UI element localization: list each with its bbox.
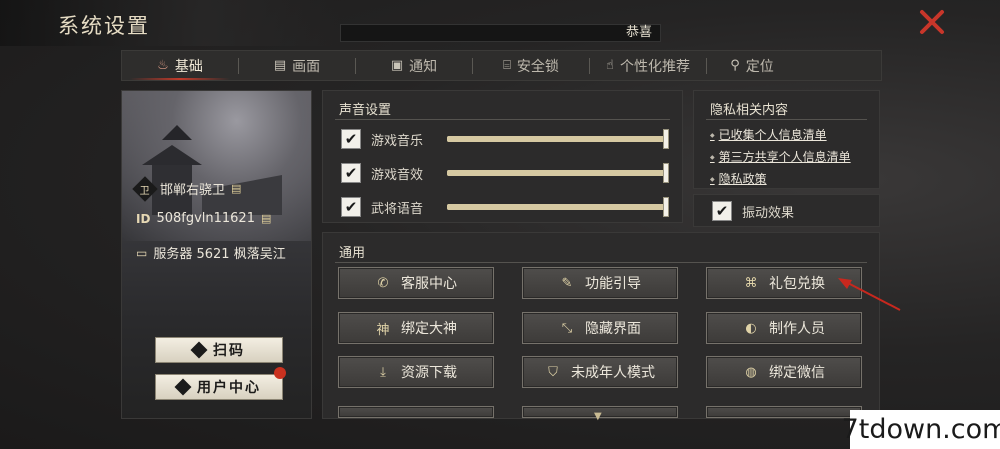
gift-icon: ⌘	[744, 275, 758, 291]
effects-volume-slider[interactable]	[447, 163, 669, 183]
effects-checkbox[interactable]: ✔	[341, 163, 361, 183]
close-icon[interactable]	[918, 8, 946, 36]
general-panel: 通用 ✆ 客服中心 ✎ 功能引导 ⌘ 礼包兑换 神绑定大神 ⤡ 隐藏界面 ◐ 制作人员 ⤓…	[322, 232, 880, 419]
shen-icon: 神	[376, 322, 390, 338]
pin-icon: ⚲	[730, 58, 740, 73]
minor-mode-button[interactable]: ⛉ 未成年人模式	[522, 356, 678, 388]
guide-icon: ✎	[561, 275, 573, 291]
server-icon: ▭	[136, 245, 148, 260]
profile-id: 508fgvln11621	[156, 211, 255, 226]
vibration-checkbox[interactable]: ✔	[712, 201, 732, 221]
scroll-down-icon[interactable]: ▼	[594, 411, 602, 422]
phone-icon: ✆	[377, 275, 389, 291]
tab-personalized[interactable]: ☝ 个性化推荐	[590, 51, 706, 80]
check-icon: ✔	[715, 201, 729, 220]
voice-checkbox[interactable]: ✔	[341, 197, 361, 217]
divider	[335, 119, 670, 120]
user-center-button[interactable]: 用户中心	[155, 374, 283, 400]
slider-thumb[interactable]	[663, 197, 669, 217]
copy-icon[interactable]: ▤	[261, 212, 271, 225]
bind-dashen-button[interactable]: 神绑定大神	[338, 312, 494, 344]
hide-icon: ⤡	[561, 320, 573, 336]
slider-fill	[447, 204, 669, 210]
slider-thumb[interactable]	[663, 129, 669, 149]
tab-location[interactable]: ⚲ 定位	[707, 51, 797, 80]
sound-row-effects: ✔ 游戏音效	[341, 163, 441, 183]
tab-screen[interactable]: ▤ 画面	[239, 51, 355, 80]
title-brush	[0, 0, 340, 46]
thumb-icon: ☝	[606, 58, 614, 73]
castle-illustration	[142, 125, 282, 215]
tab-notify[interactable]: ▣ 通知	[356, 51, 472, 80]
profile-server-row: ▭ 服务器 5621 枫落吴江	[136, 243, 286, 263]
privacy-link-third-party[interactable]: 第三方共享个人信息清单	[710, 148, 851, 165]
lotus-icon: ♨	[157, 58, 169, 73]
sound-panel: 声音设置 ✔ 游戏音乐 ✔ 游戏音效 ✔ 武将语音	[322, 90, 683, 223]
vibration-row: ✔ 振动效果	[712, 201, 794, 221]
notification-dot	[274, 367, 286, 379]
bind-wechat-button[interactable]: ◍ 绑定微信	[706, 356, 862, 388]
slider-fill	[447, 136, 669, 142]
lock-icon: ⌸	[503, 58, 511, 73]
diamond-icon	[190, 341, 208, 359]
voice-volume-slider[interactable]	[447, 197, 669, 217]
sound-title: 声音设置	[339, 103, 392, 118]
watermark: 7tdown.com	[842, 410, 1000, 449]
check-icon: ✔	[344, 163, 358, 182]
privacy-title: 隐私相关内容	[710, 103, 789, 118]
download-icon: ⤓	[380, 364, 386, 380]
scan-button[interactable]: 扫码	[155, 337, 283, 363]
wechat-icon: ◍	[745, 364, 757, 380]
privacy-link-collected[interactable]: 已收集个人信息清单	[710, 126, 827, 143]
screen-icon: ▤	[273, 58, 287, 73]
notice-banner: 恭喜	[340, 24, 661, 42]
profile-panel: 卫 邯郸右骁卫 ▤ ID 508fgvln11621 ▤ ▭ 服务器 5621 …	[121, 90, 312, 419]
privacy-panel: 隐私相关内容 已收集个人信息清单 第三方共享个人信息清单 隐私政策	[693, 90, 880, 189]
privacy-link-policy[interactable]: 隐私政策	[710, 170, 767, 187]
vibration-panel: ✔ 振动效果	[693, 194, 880, 227]
divider	[335, 262, 867, 263]
general-title: 通用	[339, 246, 366, 261]
check-icon: ✔	[344, 197, 358, 216]
tab-bar: ♨ 基础 ▤ 画面 ▣ 通知 ⌸ 安全锁 ☝ 个性化推荐 ⚲ 定位	[121, 50, 882, 81]
feature-guide-button[interactable]: ✎ 功能引导	[522, 267, 678, 299]
staff-icon: ◐	[745, 320, 757, 336]
rank-icon: 卫	[132, 175, 158, 202]
chat-icon: ▣	[390, 58, 404, 73]
profile-name: 邯郸右骁卫	[160, 183, 226, 198]
profile-name-row: 卫 邯郸右骁卫 ▤	[132, 175, 241, 202]
window-title: 系统设置	[58, 14, 150, 38]
music-volume-slider[interactable]	[447, 129, 669, 149]
credits-button[interactable]: ◐ 制作人员	[706, 312, 862, 344]
more-button[interactable]	[338, 406, 494, 418]
music-checkbox[interactable]: ✔	[341, 129, 361, 149]
customer-service-button[interactable]: ✆ 客服中心	[338, 267, 494, 299]
slider-thumb[interactable]	[663, 163, 669, 183]
divider	[706, 119, 867, 120]
hide-ui-button[interactable]: ⤡ 隐藏界面	[522, 312, 678, 344]
slider-fill	[447, 170, 669, 176]
profile-server: 服务器 5621 枫落吴江	[153, 247, 286, 262]
copy-icon[interactable]: ▤	[231, 182, 241, 195]
tab-security-lock[interactable]: ⌸ 安全锁	[473, 51, 589, 80]
more-button[interactable]	[706, 406, 862, 418]
gift-redeem-button[interactable]: ⌘ 礼包兑换	[706, 267, 862, 299]
check-icon: ✔	[344, 129, 358, 148]
shield-icon: ⛉	[548, 364, 558, 380]
sound-row-voice: ✔ 武将语音	[341, 197, 441, 217]
tab-basic[interactable]: ♨ 基础	[122, 51, 238, 80]
diamond-icon	[174, 378, 192, 396]
profile-id-row: ID 508fgvln11621 ▤	[136, 211, 271, 226]
resource-download-button[interactable]: ⤓ 资源下载	[338, 356, 494, 388]
id-icon: ID	[136, 211, 151, 226]
sound-row-music: ✔ 游戏音乐	[341, 129, 441, 149]
